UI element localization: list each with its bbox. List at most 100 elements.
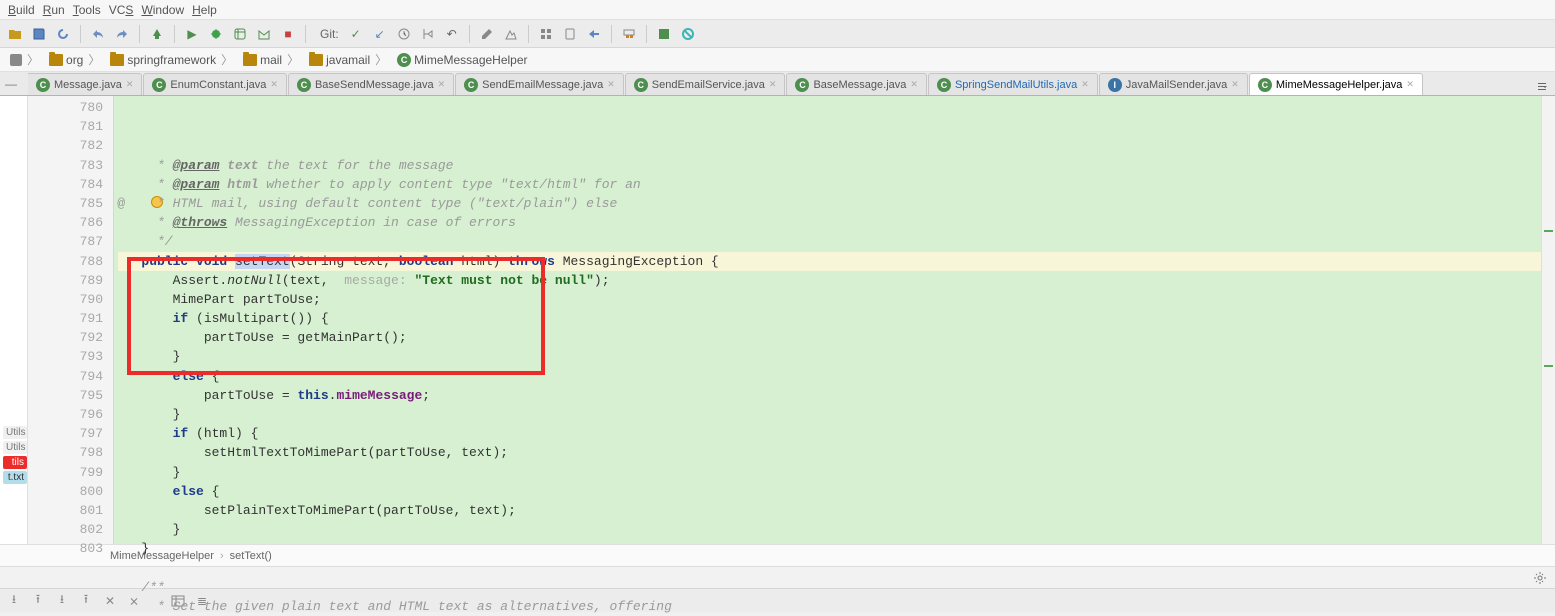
code-line[interactable]: setPlainTextToMimePart(partToUse, text); bbox=[118, 501, 1541, 520]
code-line[interactable]: setHtmlTextToMimePart(partToUse, text); bbox=[118, 443, 1541, 462]
chevron-right-icon: 〉 bbox=[375, 51, 387, 68]
code-line[interactable]: * @throws MessagingException in case of … bbox=[118, 213, 1541, 232]
build-icon[interactable] bbox=[148, 25, 166, 43]
code-line[interactable]: } bbox=[118, 347, 1541, 366]
coverage-icon[interactable] bbox=[231, 25, 249, 43]
class-icon: C bbox=[464, 78, 478, 92]
open-icon[interactable] bbox=[6, 25, 24, 43]
code-line[interactable]: */ bbox=[118, 232, 1541, 251]
breadcrumb-item[interactable]: javamail〉 bbox=[305, 51, 393, 68]
code-line[interactable]: partToUse = this.mimeMessage; bbox=[118, 386, 1541, 405]
tabs-dropdown-icon[interactable] bbox=[1533, 77, 1551, 95]
editor-tab[interactable]: CBaseMessage.java✕ bbox=[786, 73, 927, 95]
editor-tab[interactable]: CEnumConstant.java✕ bbox=[143, 73, 287, 95]
download2-icon[interactable]: ⭳ bbox=[54, 593, 70, 609]
tab-close-icon[interactable]: ✕ bbox=[910, 79, 918, 90]
code-line[interactable]: } bbox=[118, 405, 1541, 424]
run-icon[interactable]: ▶ bbox=[183, 25, 201, 43]
tab-close-icon[interactable]: ✕ bbox=[769, 79, 777, 90]
code-line[interactable]: * HTML mail, using default content type … bbox=[118, 194, 1541, 213]
class-icon: C bbox=[397, 53, 411, 67]
code-line[interactable]: if (html) { bbox=[118, 424, 1541, 443]
git-rollback-icon[interactable]: ↶ bbox=[443, 25, 461, 43]
find-action-icon[interactable] bbox=[478, 25, 496, 43]
menu-build[interactable]: Build bbox=[8, 3, 35, 17]
code-line[interactable]: else { bbox=[118, 367, 1541, 386]
code-line[interactable]: else { bbox=[118, 482, 1541, 501]
code-line[interactable]: public void setText(String text, boolean… bbox=[118, 252, 1541, 271]
code-line[interactable]: * @param text the text for the message bbox=[118, 156, 1541, 175]
code-line[interactable]: } bbox=[118, 539, 1541, 558]
code-line[interactable]: Assert.notNull(text, message: "Text must… bbox=[118, 271, 1541, 290]
tab-close-icon[interactable]: ✕ bbox=[126, 79, 134, 90]
menu-tools[interactable]: Tools bbox=[73, 3, 101, 17]
upload-icon[interactable]: ⭱ bbox=[30, 593, 46, 609]
upload2-icon[interactable]: ⭱ bbox=[78, 593, 94, 609]
menu-run[interactable]: Run bbox=[43, 3, 65, 17]
editor-tab[interactable]: CSendEmailService.java✕ bbox=[625, 73, 786, 95]
project-file-stub[interactable]: Utils bbox=[3, 426, 27, 439]
save-icon[interactable] bbox=[30, 25, 48, 43]
close-icon[interactable]: ✕ bbox=[102, 593, 118, 609]
code-line[interactable]: if (isMultipart()) { bbox=[118, 309, 1541, 328]
code-line[interactable]: * Set the given plain text and HTML text… bbox=[118, 597, 1541, 616]
git-compare-icon[interactable] bbox=[395, 25, 413, 43]
breadcrumb-root[interactable]: 〉 bbox=[6, 51, 45, 68]
code-content[interactable]: * @param text the text for the message *… bbox=[114, 96, 1541, 544]
project-file-stub[interactable]: t.txt bbox=[3, 471, 27, 484]
editor-tab[interactable]: CBaseSendMessage.java✕ bbox=[288, 73, 454, 95]
breadcrumb-item[interactable]: org〉 bbox=[45, 51, 106, 68]
menu-help[interactable]: Help bbox=[192, 3, 217, 17]
hide-tabs-icon[interactable]: — bbox=[4, 77, 18, 91]
code-line[interactable]: MimePart partToUse; bbox=[118, 290, 1541, 309]
redo-icon[interactable] bbox=[113, 25, 131, 43]
git-update-icon[interactable]: ↙ bbox=[371, 25, 389, 43]
tab-close-icon[interactable]: ✕ bbox=[1231, 79, 1239, 90]
undo-icon[interactable] bbox=[89, 25, 107, 43]
class-icon: C bbox=[1258, 78, 1272, 92]
editor-tab[interactable]: CMimeMessageHelper.java✕ bbox=[1249, 73, 1423, 95]
editor-tab[interactable]: CMessage.java✕ bbox=[28, 73, 142, 95]
tab-close-icon[interactable]: ✕ bbox=[438, 79, 446, 90]
editor-tab[interactable]: CSendEmailMessage.java✕ bbox=[455, 73, 624, 95]
git-label: Git: bbox=[320, 27, 339, 41]
editor-tab[interactable]: IJavaMailSender.java✕ bbox=[1099, 73, 1248, 95]
project-file-stub[interactable]: tils bbox=[3, 456, 27, 469]
profile-icon[interactable] bbox=[255, 25, 273, 43]
code-line[interactable]: partToUse = getMainPart(); bbox=[118, 328, 1541, 347]
editor-tab[interactable]: CSpringSendMailUtils.java✕ bbox=[928, 73, 1098, 95]
xml-icon[interactable] bbox=[655, 25, 673, 43]
tab-close-icon[interactable]: ✕ bbox=[1081, 79, 1089, 90]
code-line[interactable]: } bbox=[118, 463, 1541, 482]
editor-scrollbar[interactable] bbox=[1541, 96, 1555, 544]
struct-icon[interactable] bbox=[537, 25, 555, 43]
code-line[interactable]: /** bbox=[118, 578, 1541, 597]
launch-icon[interactable] bbox=[620, 25, 638, 43]
sync-icon[interactable] bbox=[54, 25, 72, 43]
tab-close-icon[interactable]: ✕ bbox=[270, 79, 278, 90]
code-editor[interactable]: 780781782783784785@786787788789790791792… bbox=[28, 96, 1555, 544]
no-entry-icon[interactable] bbox=[679, 25, 697, 43]
git-history-icon[interactable] bbox=[419, 25, 437, 43]
code-line[interactable]: * @param html whether to apply content t… bbox=[118, 175, 1541, 194]
project-file-stub[interactable]: Utils bbox=[3, 441, 27, 454]
debug-icon[interactable] bbox=[207, 25, 225, 43]
menu-vcs[interactable]: VCS bbox=[109, 3, 134, 17]
breadcrumb-item[interactable]: springframework〉 bbox=[106, 51, 239, 68]
breadcrumb-item[interactable]: mail〉 bbox=[239, 51, 305, 68]
breadcrumb-item[interactable]: CMimeMessageHelper bbox=[393, 53, 531, 67]
sdk-icon[interactable] bbox=[585, 25, 603, 43]
class-icon: C bbox=[937, 78, 951, 92]
settings-icon[interactable] bbox=[502, 25, 520, 43]
code-line[interactable]: } bbox=[118, 520, 1541, 539]
folder-icon bbox=[243, 54, 257, 66]
git-commit-icon[interactable]: ✓ bbox=[347, 25, 365, 43]
tab-close-icon[interactable]: ✕ bbox=[1406, 79, 1414, 90]
stop-icon[interactable]: ■ bbox=[279, 25, 297, 43]
editor-tabs: CMessage.java✕CEnumConstant.java✕CBaseSe… bbox=[0, 72, 1555, 96]
code-line[interactable] bbox=[118, 559, 1541, 578]
tab-close-icon[interactable]: ✕ bbox=[607, 79, 615, 90]
menu-window[interactable]: Window bbox=[141, 3, 184, 17]
avd-icon[interactable] bbox=[561, 25, 579, 43]
download-icon[interactable]: ⭳ bbox=[6, 593, 22, 609]
